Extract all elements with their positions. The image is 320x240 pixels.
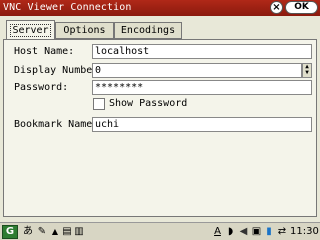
display-number-label: Display Number: (14, 65, 105, 76)
clock: 11:30 (290, 226, 319, 237)
arrow-up-icon[interactable]: ▲ (50, 225, 60, 239)
wifi-icon[interactable]: ◗ (225, 225, 236, 239)
tab-options[interactable]: Options (55, 22, 114, 39)
title-bar: VNC Viewer Connection × OK (0, 0, 320, 16)
password-label: Password: (14, 82, 69, 93)
card-icon[interactable]: ▣ (251, 225, 262, 239)
close-button[interactable]: × (270, 1, 283, 14)
pen-icon[interactable]: ✎ (36, 225, 48, 239)
spin-down-icon[interactable]: ▼ (303, 70, 311, 76)
bookmark-name-input[interactable]: uchi (92, 117, 312, 132)
taskbar: G あ ✎ ▲ ▤ ▥ A ◗ ◀ ▣ ▮ ⇄ 11:30 (0, 222, 320, 240)
font-icon[interactable]: A (212, 225, 223, 239)
tab-encodings[interactable]: Encodings (114, 22, 182, 39)
start-button[interactable]: G (2, 225, 18, 239)
show-password-checkbox[interactable] (93, 98, 105, 110)
input-mode-icon[interactable]: あ (22, 225, 34, 239)
speaker-icon[interactable]: ◀ (238, 225, 249, 239)
apps-icon[interactable]: ▤ (62, 225, 72, 239)
host-name-label: Host Name: (14, 46, 75, 57)
tab-bar: Server Options Encodings (0, 20, 320, 40)
server-panel: Host Name: localhost Display Number: 0 ▲… (3, 39, 317, 217)
display-number-stepper[interactable]: ▲ ▼ (302, 63, 312, 78)
keyboard-icon[interactable]: ▥ (74, 225, 84, 239)
host-name-input[interactable]: localhost (92, 44, 312, 59)
password-input[interactable]: ******** (92, 80, 312, 95)
battery-icon: ▮ (266, 226, 272, 237)
tab-server-label: Server (10, 24, 51, 37)
display-number-input[interactable]: 0 (92, 63, 302, 78)
window-title: VNC Viewer Connection (3, 2, 132, 13)
tab-server[interactable]: Server (6, 20, 55, 40)
show-password-label[interactable]: Show Password (109, 98, 187, 110)
bookmark-name-label: Bookmark Name: (14, 119, 99, 130)
network-icon[interactable]: ⇄ (276, 225, 288, 239)
ok-button[interactable]: OK (285, 1, 318, 14)
